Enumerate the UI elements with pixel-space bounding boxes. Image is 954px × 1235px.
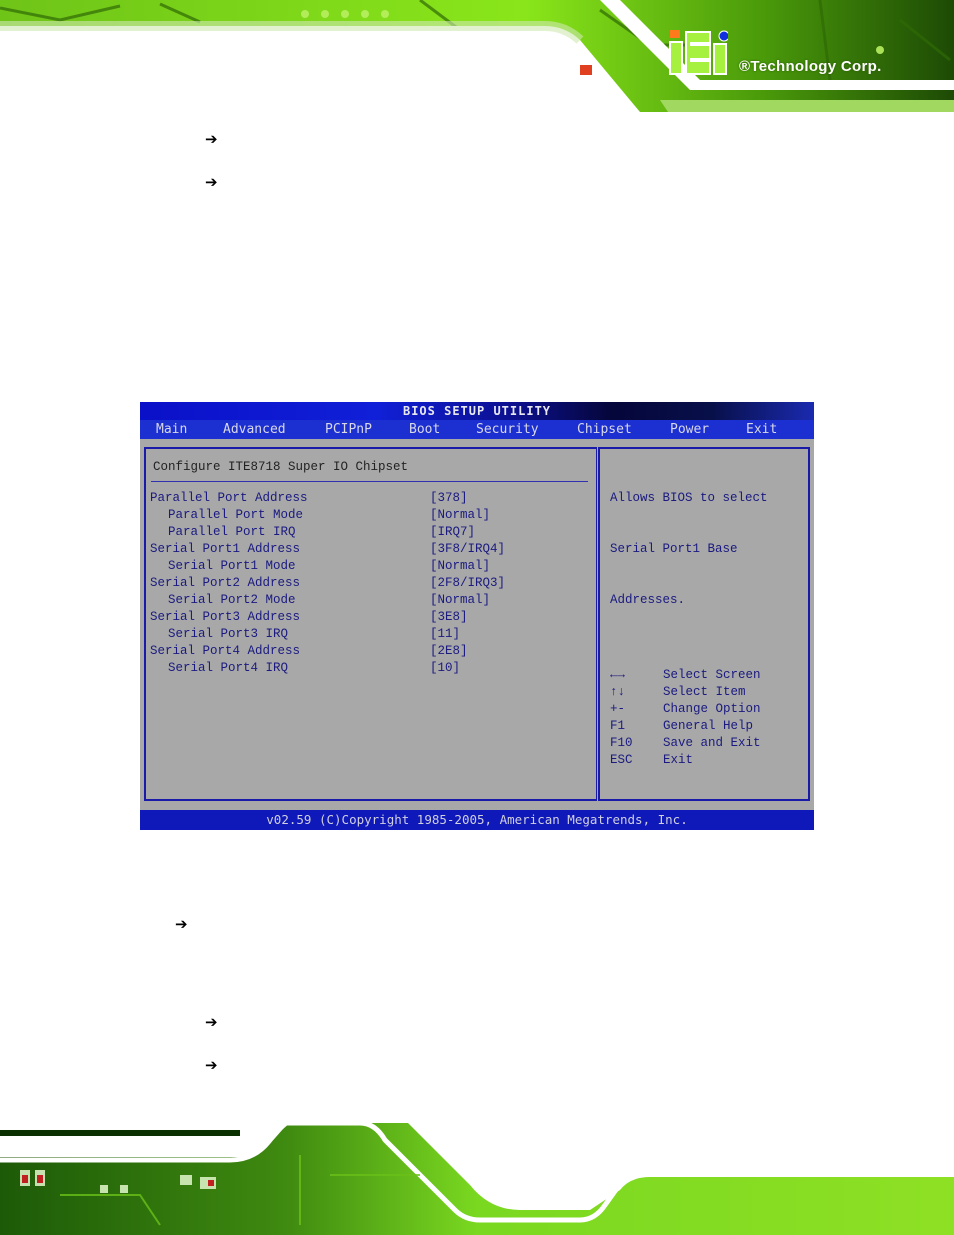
setting-row[interactable]: Serial Port1 Mode [Normal]: [150, 558, 590, 575]
section-title: Configure ITE8718 Super IO Chipset: [153, 460, 409, 474]
setting-label: Serial Port1 Mode: [168, 559, 296, 573]
setting-value[interactable]: [11]: [430, 626, 460, 643]
key-description: Save and Exit: [663, 736, 761, 750]
tab-pcipnp[interactable]: PCIPnP: [325, 420, 372, 439]
key-name: ESC: [610, 753, 633, 767]
setting-label: Serial Port1 Address: [150, 542, 301, 556]
pcb-header-graphic: [0, 0, 954, 112]
tab-advanced[interactable]: Advanced: [223, 420, 286, 439]
setting-label: Serial Port4 Address: [150, 644, 301, 658]
setting-value[interactable]: [IRQ7]: [430, 524, 475, 541]
setting-label: Parallel Port Mode: [168, 508, 304, 522]
key-name: ↑↓: [610, 685, 626, 699]
key-name: F1: [610, 719, 626, 733]
bios-title: BIOS SETUP UTILITY: [140, 402, 814, 420]
key-name: ←→: [610, 668, 626, 682]
setting-row[interactable]: Serial Port1 Address [3F8/IRQ4]: [150, 541, 590, 558]
arrow-right-icon: ➔: [205, 173, 218, 191]
setting-row[interactable]: Serial Port2 Mode [Normal]: [150, 592, 590, 609]
setting-value[interactable]: [10]: [430, 660, 460, 677]
key-description: General Help: [663, 719, 754, 733]
company-name: ®Technology Corp.: [739, 58, 882, 75]
help-line: Allows BIOS to select: [610, 491, 768, 505]
setting-value[interactable]: [Normal]: [430, 507, 490, 524]
pcb-footer-graphic: [0, 1115, 954, 1235]
setting-value[interactable]: [378]: [430, 490, 468, 507]
setting-row[interactable]: Serial Port3 Address [3E8]: [150, 609, 590, 626]
arrow-right-icon: ➔: [205, 1056, 218, 1074]
setting-value[interactable]: [Normal]: [430, 558, 490, 575]
bios-menu-bar: Main Advanced PCIPnP Boot Security Chips…: [140, 420, 814, 439]
key-name: +-: [610, 702, 626, 716]
footer-banner: [0, 1115, 954, 1235]
setting-row[interactable]: Serial Port4 Address [2E8]: [150, 643, 590, 660]
tab-boot[interactable]: Boot: [409, 420, 440, 439]
setting-label: Serial Port4 IRQ: [168, 661, 289, 675]
setting-row[interactable]: Serial Port3 IRQ [11]: [150, 626, 590, 643]
setting-label: Serial Port2 Address: [150, 576, 301, 590]
setting-row[interactable]: Serial Port4 IRQ [10]: [150, 660, 590, 677]
tab-power[interactable]: Power: [670, 420, 709, 439]
arrow-right-icon: ➔: [205, 1013, 218, 1031]
settings-panel: Configure ITE8718 Super IO Chipset Paral…: [144, 447, 597, 801]
help-panel: Allows BIOS to select Serial Port1 Base …: [598, 447, 810, 801]
key-description: Select Screen: [663, 668, 761, 682]
key-description: Change Option: [663, 702, 761, 716]
help-text: Allows BIOS to select Serial Port1 Base …: [610, 456, 768, 643]
help-line: Addresses.: [610, 593, 686, 607]
setting-label: Serial Port3 IRQ: [168, 627, 289, 641]
tab-exit[interactable]: Exit: [746, 420, 777, 439]
bios-setup-screen: BIOS SETUP UTILITY Main Advanced PCIPnP …: [140, 402, 814, 830]
setting-label: Serial Port3 Address: [150, 610, 301, 624]
setting-value[interactable]: [Normal]: [430, 592, 490, 609]
tab-main[interactable]: Main: [156, 420, 187, 439]
key-description: Exit: [663, 753, 694, 767]
setting-value[interactable]: [3F8/IRQ4]: [430, 541, 505, 558]
setting-label: Parallel Port Address: [150, 491, 308, 505]
tab-security[interactable]: Security: [476, 420, 539, 439]
tab-chipset[interactable]: Chipset: [577, 420, 632, 439]
bios-copyright: v02.59 (C)Copyright 1985-2005, American …: [140, 810, 814, 830]
setting-label: Parallel Port IRQ: [168, 525, 296, 539]
setting-value[interactable]: [3E8]: [430, 609, 468, 626]
setting-value[interactable]: [2F8/IRQ3]: [430, 575, 505, 592]
iei-logo-icon: [669, 30, 728, 75]
setting-row[interactable]: Parallel Port Address [378]: [150, 490, 590, 507]
setting-row[interactable]: Parallel Port Mode [Normal]: [150, 507, 590, 524]
setting-value[interactable]: [2E8]: [430, 643, 468, 660]
key-description: Select Item: [663, 685, 746, 699]
arrow-right-icon: ➔: [175, 915, 188, 933]
help-line: Serial Port1 Base: [610, 542, 738, 556]
key-name: F10: [610, 736, 633, 750]
section-divider: [151, 481, 588, 482]
setting-label: Serial Port2 Mode: [168, 593, 296, 607]
setting-row[interactable]: Parallel Port IRQ [IRQ7]: [150, 524, 590, 541]
setting-row[interactable]: Serial Port2 Address [2F8/IRQ3]: [150, 575, 590, 592]
arrow-right-icon: ➔: [205, 130, 218, 148]
header-banner: ®Technology Corp.: [0, 0, 954, 112]
